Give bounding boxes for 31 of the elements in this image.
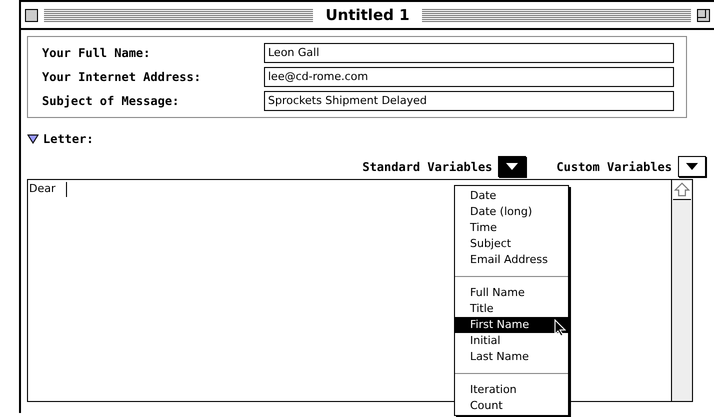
menu-item[interactable]: Initial: [455, 333, 568, 349]
menu-item[interactable]: Full Name: [455, 285, 568, 301]
scroll-bar[interactable]: [671, 180, 692, 401]
input-field[interactable]: lee@cd-rome.com: [264, 67, 674, 87]
menu-item[interactable]: Last Name: [455, 349, 568, 365]
zoom-box-icon[interactable]: [697, 8, 710, 22]
field-label: Your Internet Address:: [42, 70, 202, 84]
field-label: Subject of Message:: [42, 94, 180, 108]
variables-label: Custom Variables: [556, 160, 672, 174]
caret-icon: [686, 163, 698, 170]
field-label: Your Full Name:: [42, 46, 152, 60]
menu-item[interactable]: Email Address: [455, 252, 568, 268]
input-field[interactable]: Leon Gall: [264, 43, 674, 63]
disclosure-triangle-icon[interactable]: [27, 134, 39, 144]
caret-icon: [506, 163, 518, 170]
mouse-pointer-icon: [554, 319, 566, 337]
popup-button[interactable]: [678, 156, 706, 177]
menu-item[interactable]: Time: [455, 220, 568, 236]
letter-text: Dear: [29, 182, 56, 195]
input-field[interactable]: Sprockets Shipment Delayed: [264, 91, 674, 111]
menu-item[interactable]: Title: [455, 301, 568, 317]
menu-item[interactable]: First Name: [455, 317, 568, 333]
variables-label: Standard Variables: [362, 160, 492, 174]
menu-item[interactable]: Iteration: [455, 382, 568, 398]
menu-item[interactable]: Date: [455, 188, 568, 204]
section-label: Letter:: [43, 132, 94, 146]
window-title: Untitled 1: [324, 6, 411, 24]
close-box-icon[interactable]: [25, 8, 38, 22]
menu-item[interactable]: Subject: [455, 236, 568, 252]
menu-item[interactable]: Date (long): [455, 204, 568, 220]
popup-button[interactable]: [498, 156, 526, 177]
